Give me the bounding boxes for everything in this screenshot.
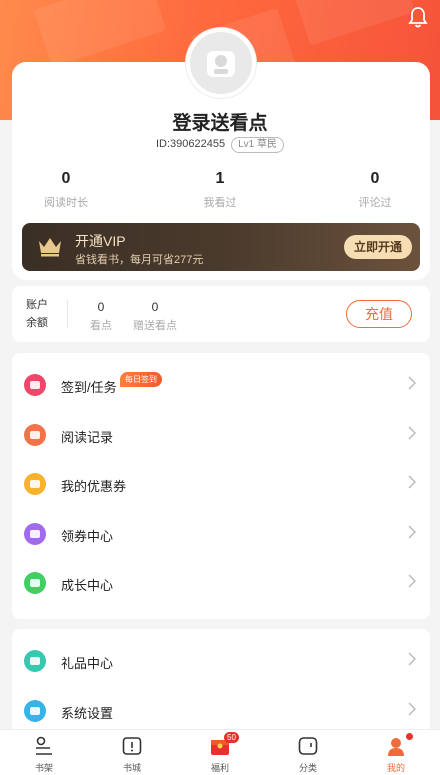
account-label-line1: 账户 xyxy=(26,299,48,311)
user-id: ID:390622455 xyxy=(155,138,226,150)
divider xyxy=(67,300,68,328)
avatar[interactable] xyxy=(186,28,256,98)
tab-label: 书架 xyxy=(34,763,53,773)
tab-bookstore[interactable]: 书城 xyxy=(88,730,176,775)
account-label: 账户 余额 xyxy=(26,296,48,332)
stat-value: 0 xyxy=(61,170,71,187)
ticket-icon xyxy=(24,522,46,545)
menu-item-label: 阅读记录 xyxy=(61,429,114,445)
menu-item-label: 我的优惠券 xyxy=(61,479,127,494)
gift-points-label: 赠送看点 xyxy=(133,320,177,332)
menu-item-label: 系统设置 xyxy=(61,705,114,721)
menu-item-label: 礼品中心 xyxy=(61,656,114,671)
menu-item-label: 成长中心 xyxy=(61,578,114,593)
gift-points-balance[interactable]: 0 赠送看点 xyxy=(133,300,177,333)
points-balance[interactable]: 0 看点 xyxy=(90,300,112,333)
points-value: 0 xyxy=(97,300,105,314)
gear-icon xyxy=(24,699,46,722)
bell-icon[interactable] xyxy=(408,6,428,28)
tab-profile[interactable]: 我的 xyxy=(352,730,440,775)
menu-item-label: 签到/任务 xyxy=(61,380,117,395)
chevron-right-icon xyxy=(408,652,416,666)
notification-dot xyxy=(406,733,413,740)
recharge-button[interactable]: 充值 xyxy=(346,300,412,328)
daily-checkin-badge: 每日签到 xyxy=(120,372,162,387)
welfare-count-badge: 50 xyxy=(224,732,239,743)
menu-group-main: 签到/任务 每日签到 阅读记录 我的优惠券 领券中心 成长中心 xyxy=(12,353,430,619)
tab-bookshelf[interactable]: 书架 xyxy=(0,730,88,775)
user-id-row: ID:390622455 Lv1 草民 xyxy=(0,137,440,153)
stat-viewed[interactable]: 1 我看过 xyxy=(175,170,265,210)
stat-value: 0 xyxy=(370,170,380,187)
menu-item-my-coupons[interactable]: 我的优惠券 xyxy=(12,460,430,510)
tab-welfare[interactable]: 50 福利 xyxy=(176,730,264,775)
calendar-icon xyxy=(24,374,46,396)
crown-icon xyxy=(39,238,61,257)
tab-category[interactable]: 分类 xyxy=(264,730,352,775)
vip-title: 开通VIP xyxy=(75,233,126,249)
avatar-placeholder-icon xyxy=(207,51,235,77)
username[interactable]: 登录送看点 xyxy=(0,108,440,135)
chevron-right-icon xyxy=(408,574,416,588)
account-label-line2: 余额 xyxy=(26,317,48,329)
stat-label: 评论过 xyxy=(358,197,392,209)
menu-item-gift-center[interactable]: 礼品中心 xyxy=(12,637,430,687)
coupon-icon xyxy=(24,473,46,495)
menu-item-coupon-center[interactable]: 领券中心 xyxy=(12,510,430,560)
category-icon xyxy=(298,737,318,755)
bookstore-icon xyxy=(122,737,142,755)
gift-icon xyxy=(24,650,46,672)
vip-subtitle: 省钱看书，每月可省277元 xyxy=(75,254,204,266)
stat-label: 我看过 xyxy=(203,197,237,209)
tab-label: 福利 xyxy=(210,763,229,773)
bottom-tab-bar: 书架 书城 50 福利 分类 我的 xyxy=(0,729,440,775)
stat-reading-time[interactable]: 0 阅读时长 xyxy=(21,170,111,210)
level-badge: Lv1 草民 xyxy=(231,137,285,153)
chevron-right-icon xyxy=(408,376,416,390)
tab-label: 分类 xyxy=(298,763,317,773)
account-balance-card: 账户 余额 0 看点 0 赠送看点 充值 xyxy=(12,286,430,342)
menu-group-more: 礼品中心 系统设置 xyxy=(12,629,430,739)
stats-row: 0 阅读时长 1 我看过 0 评论过 xyxy=(0,170,440,210)
points-label: 看点 xyxy=(90,320,112,332)
book-icon xyxy=(24,423,46,446)
chevron-right-icon xyxy=(408,524,416,539)
menu-item-checkin[interactable]: 签到/任务 每日签到 xyxy=(12,361,430,411)
menu-item-reading-history[interactable]: 阅读记录 xyxy=(12,411,430,461)
vip-open-button[interactable]: 立即开通 xyxy=(344,235,412,259)
star-icon xyxy=(24,572,46,594)
tab-label: 书城 xyxy=(122,763,141,773)
gift-points-value: 0 xyxy=(151,300,159,314)
vip-banner[interactable]: 开通VIP 省钱看书，每月可省277元 立即开通 xyxy=(22,223,420,271)
stat-value: 1 xyxy=(215,170,225,187)
menu-item-label: 领券中心 xyxy=(61,528,114,544)
stat-label: 阅读时长 xyxy=(44,197,88,209)
chevron-right-icon xyxy=(408,701,416,716)
tab-label: 我的 xyxy=(386,763,405,773)
menu-item-growth-center[interactable]: 成长中心 xyxy=(12,559,430,609)
profile-icon xyxy=(388,738,404,756)
stat-comments[interactable]: 0 评论过 xyxy=(330,170,420,210)
chevron-right-icon xyxy=(408,425,416,440)
chevron-right-icon xyxy=(408,475,416,489)
bookshelf-icon xyxy=(36,736,52,755)
